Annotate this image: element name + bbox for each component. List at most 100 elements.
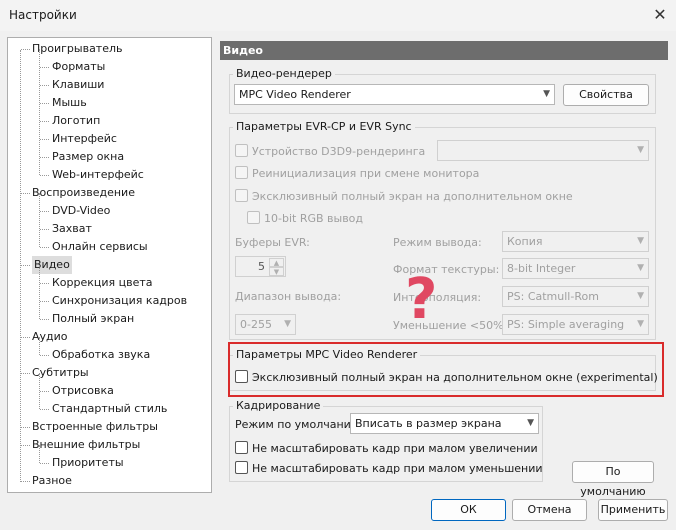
texture-value: 8-bit Integer	[507, 262, 576, 275]
tree-subitem[interactable]: Синхронизация кадров	[52, 292, 187, 310]
d3d9-device-select[interactable]: ▼	[437, 140, 649, 161]
ok-button[interactable]: ОК	[431, 499, 506, 521]
chevron-down-icon: ▼	[637, 291, 644, 301]
buffers-spinner[interactable]: 5 ▲ ▼	[235, 256, 286, 277]
tree-subitem[interactable]: Полный экран	[52, 310, 134, 328]
tree-category[interactable]: Проигрыватель	[32, 40, 123, 58]
tree-connector	[40, 247, 49, 248]
renderer-value: MPC Video Renderer	[239, 88, 351, 101]
tree-branch-line	[39, 373, 40, 409]
interp-value: PS: Catmull-Rom	[507, 290, 599, 303]
tree-subitem[interactable]: Стандартный стиль	[52, 400, 167, 418]
rgb10-label: 10-bit RGB вывод	[264, 212, 364, 225]
tree-subitem[interactable]: Коррекция цвета	[52, 274, 153, 292]
chevron-down-icon: ▼	[284, 319, 291, 329]
crop-mode-value: Вписать в размер экрана	[355, 417, 502, 430]
d3d9-label: Устройство D3D9-рендеринга	[252, 145, 426, 158]
chevron-down-icon: ▼	[637, 145, 644, 155]
range-select[interactable]: 0-255 ▼	[235, 314, 296, 335]
tree-subitem[interactable]: Захват	[52, 220, 92, 238]
tree-subitem[interactable]: Отрисовка	[52, 382, 114, 400]
texture-select[interactable]: 8-bit Integer ▼	[502, 258, 649, 279]
tree-category[interactable]: Встроенные фильтры	[32, 418, 158, 436]
reinit-checkbox[interactable]: Реинициализация при смене монитора	[235, 166, 479, 182]
checkbox-box	[235, 441, 248, 454]
chevron-down-icon: ▼	[543, 89, 550, 99]
crop-mode-select[interactable]: Вписать в размер экрана ▼	[350, 413, 539, 434]
tree-category[interactable]: Видео	[32, 256, 72, 274]
renderer-select[interactable]: MPC Video Renderer ▼	[234, 84, 555, 105]
tree-connector	[21, 373, 30, 374]
highlight-frame	[228, 342, 664, 397]
chevron-down-icon: ▼	[637, 319, 644, 329]
checkbox-box	[235, 189, 248, 202]
no-upscale-label: Не масштабировать кадр при малом увеличе…	[252, 442, 538, 455]
title-bar: Настройки ✕	[0, 0, 676, 31]
chevron-down-icon: ▼	[637, 236, 644, 246]
apply-button[interactable]: Применить	[598, 499, 668, 521]
tree-branch-line	[39, 337, 40, 355]
tree-connector	[40, 211, 49, 212]
buffers-label: Буферы EVR:	[235, 236, 310, 249]
cancel-button[interactable]: Отмена	[512, 499, 587, 521]
tree-connector	[40, 301, 49, 302]
tree-subitem[interactable]: Web-интерфейс	[52, 166, 144, 184]
tree-subitem[interactable]: Мышь	[52, 94, 87, 112]
tree-category[interactable]: Субтитры	[32, 364, 89, 382]
evr-exclusive-checkbox[interactable]: Эксклюзивный полный экран на дополнитель…	[235, 189, 573, 205]
spin-up-icon[interactable]: ▲	[269, 258, 284, 267]
interp-select[interactable]: PS: Catmull-Rom ▼	[502, 286, 649, 307]
tree-connector	[40, 463, 49, 464]
no-downscale-checkbox[interactable]: Не масштабировать кадр при малом уменьше…	[235, 461, 543, 477]
close-icon[interactable]: ✕	[650, 4, 670, 26]
tree-branch-line	[39, 49, 40, 175]
tree-connector	[40, 121, 49, 122]
checkbox-box	[235, 144, 248, 157]
downscale-select[interactable]: PS: Simple averaging ▼	[502, 314, 649, 335]
output-mode-select[interactable]: Копия ▼	[502, 231, 649, 252]
range-value: 0-255	[240, 318, 272, 331]
tree-connector	[21, 265, 30, 266]
tree-connector	[21, 481, 30, 482]
rgb10-checkbox[interactable]: 10-bit RGB вывод	[247, 211, 363, 227]
spin-down-icon[interactable]: ▼	[269, 267, 284, 276]
tree-category[interactable]: Аудио	[32, 328, 68, 346]
checkbox-box	[235, 166, 248, 179]
tree-connector	[21, 49, 30, 50]
tree-connector	[40, 157, 49, 158]
tree-connector	[21, 445, 30, 446]
evr-exclusive-label: Эксклюзивный полный экран на дополнитель…	[252, 190, 573, 203]
chevron-down-icon: ▼	[637, 263, 644, 273]
crop-group-label: Кадрирование	[233, 399, 324, 413]
properties-button[interactable]: Свойства	[563, 84, 649, 106]
downscale-value: PS: Simple averaging	[507, 318, 625, 331]
reinit-label: Реинициализация при смене монитора	[252, 167, 480, 180]
defaults-button[interactable]: По умолчанию	[572, 461, 654, 498]
window-title: Настройки	[9, 8, 77, 22]
checkbox-box	[247, 211, 260, 224]
tree-category[interactable]: Воспроизведение	[32, 184, 135, 202]
tree-subitem[interactable]: Форматы	[52, 58, 105, 76]
tree-subitem[interactable]: Интерфейс	[52, 130, 117, 148]
tree-subitem[interactable]: Размер окна	[52, 148, 124, 166]
evr-group-label: Параметры EVR-CP и EVR Sync	[233, 120, 415, 134]
tree-subitem[interactable]: Логотип	[52, 112, 100, 130]
tree-subitem[interactable]: Приоритеты	[52, 454, 124, 472]
tree-category[interactable]: Разное	[32, 472, 72, 490]
tree-connector	[40, 283, 49, 284]
tree-branch-line	[39, 193, 40, 247]
tree-subitem[interactable]: DVD-Video	[52, 202, 110, 220]
tree-connector	[40, 391, 49, 392]
tree-connector	[40, 319, 49, 320]
tree-subitem[interactable]: Клавиши	[52, 76, 104, 94]
tree-subitem[interactable]: Обработка звука	[52, 346, 150, 364]
crop-mode-label: Режим по умолчанию:	[235, 418, 364, 431]
d3d9-checkbox[interactable]: Устройство D3D9-рендеринга	[235, 144, 425, 160]
tree-category[interactable]: Внешние фильтры	[32, 436, 140, 454]
settings-tree[interactable]: Проигрыватель Форматы Клавиши Мышь Логотип Ин…	[7, 37, 212, 493]
tree-connector	[40, 355, 49, 356]
no-upscale-checkbox[interactable]: Не масштабировать кадр при малом увеличе…	[235, 441, 538, 457]
tree-root-line	[20, 50, 21, 482]
tree-subitem[interactable]: Онлайн сервисы	[52, 238, 148, 256]
tree-connector	[40, 139, 49, 140]
